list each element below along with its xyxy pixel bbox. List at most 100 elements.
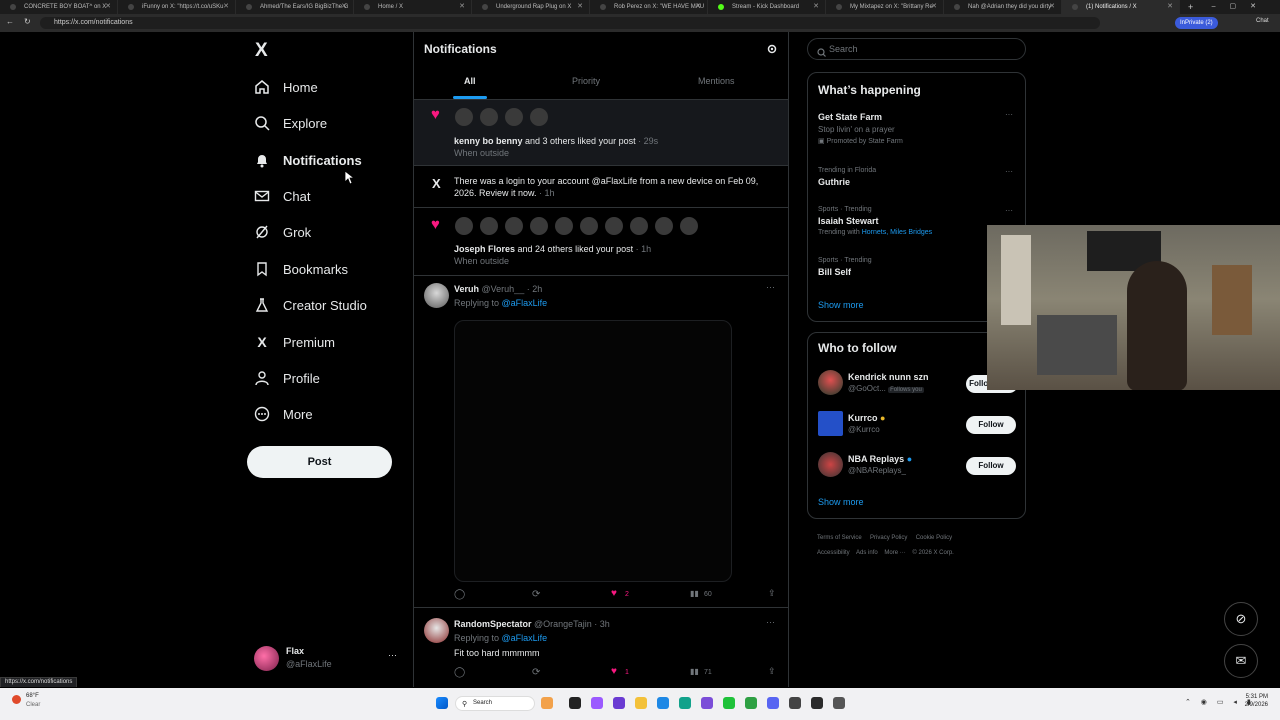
close-icon[interactable]: ✕ [1049, 2, 1055, 10]
app-icon[interactable] [811, 697, 823, 709]
nav-profile[interactable]: Profile [254, 365, 320, 391]
follow-suggestion[interactable]: NBA Replays ● @NBAReplays_ Follow [818, 452, 1018, 480]
trend-item[interactable]: Trending in Florida Guthrie ··· [818, 167, 1018, 197]
author-name[interactable]: Veruh [454, 284, 479, 294]
close-icon[interactable]: ✕ [577, 2, 583, 10]
start-icon[interactable] [436, 697, 448, 709]
browser-tab[interactable]: My Mixtapez on X: "Brittany Re ✕ [826, 0, 944, 14]
app-icon[interactable] [789, 697, 801, 709]
tab-mentions[interactable]: Mentions [698, 76, 735, 86]
nav-notifications[interactable]: Notifications [254, 147, 362, 173]
media-video[interactable] [454, 320, 732, 582]
close-icon[interactable]: ✕ [1167, 2, 1173, 10]
notification-like[interactable]: ♥ Joseph Flores and 24 others liked your… [414, 208, 788, 274]
close-icon[interactable]: ✕ [105, 2, 111, 10]
new-tab-icon[interactable]: + [1188, 2, 1193, 12]
settings-gear-icon[interactable] [766, 42, 778, 60]
share-icon[interactable]: ⇪ [768, 588, 776, 599]
app-icon[interactable] [723, 697, 735, 709]
file-explorer-icon[interactable] [635, 697, 647, 709]
messages-fab[interactable]: ✉ [1224, 644, 1258, 678]
more-icon[interactable]: ··· [1005, 167, 1013, 176]
app-icon[interactable] [833, 697, 845, 709]
app-icon[interactable] [613, 697, 625, 709]
nav-home[interactable]: Home [254, 74, 318, 100]
follow-suggestion[interactable]: Kurrco ● @Kurrco Follow [818, 411, 1018, 439]
app-icon[interactable] [767, 697, 779, 709]
inprivate-badge[interactable]: InPrivate (2) [1175, 17, 1218, 29]
taskbar-search[interactable]: ⚲ Search [455, 696, 535, 711]
more-icon[interactable]: ··· [766, 617, 775, 627]
app-icon[interactable] [569, 697, 581, 709]
app-icon[interactable] [745, 697, 757, 709]
browser-tab[interactable]: Underground Rap Plug on X ✕ [472, 0, 590, 14]
browser-tab-active[interactable]: (1) Notifications / X ✕ [1062, 0, 1180, 14]
footer-link[interactable]: Terms of Service [817, 535, 862, 541]
x-logo-icon[interactable]: X [255, 40, 268, 62]
like-icon[interactable]: ♥ [611, 588, 617, 599]
nav-creator-studio[interactable]: Creator Studio [254, 292, 367, 318]
reply-post[interactable]: RandomSpectator @OrangeTajin · 3h ··· Re… [414, 608, 788, 687]
show-more-link[interactable]: Show more [818, 300, 864, 310]
nav-grok[interactable]: Grok [254, 219, 311, 245]
browser-tab[interactable]: Rob Perez on X: "WE HAVE MAU ✕ [590, 0, 708, 14]
post-button[interactable]: Post [247, 446, 392, 478]
nav-bookmarks[interactable]: Bookmarks [254, 256, 348, 282]
taskview-icon[interactable] [541, 697, 553, 709]
tab-priority[interactable]: Priority [572, 76, 600, 86]
more-icon[interactable]: ··· [766, 282, 775, 292]
browser-tab[interactable]: Stream - Kick Dashboard ✕ [708, 0, 826, 14]
app-icon[interactable] [657, 697, 669, 709]
more-icon[interactable]: ··· [1005, 110, 1013, 119]
author-name[interactable]: RandomSpectator [454, 619, 532, 629]
close-icon[interactable]: ✕ [813, 2, 819, 10]
close-icon[interactable]: ✕ [223, 2, 229, 10]
footer-link[interactable]: More ··· [884, 550, 905, 556]
url-field[interactable]: https://x.com/notifications [40, 17, 1100, 29]
notification-like[interactable]: ♥ kenny bo benny and 3 others liked your… [414, 100, 788, 165]
nav-chat[interactable]: Chat [254, 183, 310, 209]
app-icon[interactable] [701, 697, 713, 709]
nav-premium[interactable]: X Premium [254, 329, 335, 355]
more-icon[interactable]: ··· [1005, 206, 1013, 215]
footer-link[interactable]: Accessibility [817, 550, 850, 556]
clock[interactable]: 5:31 PM 2/9/2026 [1236, 694, 1268, 708]
footer-link[interactable]: Cookie Policy [916, 535, 952, 541]
back-icon[interactable]: ← [6, 17, 14, 26]
window-controls[interactable]: –▢✕ [1212, 2, 1270, 10]
views-icon[interactable]: ▮▮ [690, 667, 699, 676]
tab-all[interactable]: All [464, 76, 476, 86]
edge-icon[interactable] [679, 697, 691, 709]
retweet-icon[interactable]: ⟳ [532, 589, 540, 600]
search-input[interactable]: Search [807, 38, 1026, 60]
reply-icon[interactable]: ◯ [454, 589, 465, 600]
views-icon[interactable]: ▮▮ [690, 589, 699, 598]
browser-tab[interactable]: Ahmed/The Ears/IG BigBizThe G ✕ [236, 0, 354, 14]
nav-more[interactable]: More [254, 401, 313, 427]
close-icon[interactable]: ✕ [459, 2, 465, 10]
like-icon[interactable]: ♥ [611, 666, 617, 677]
trend-item[interactable]: Get State Farm Stop livin' on a prayer ▣… [818, 110, 1018, 152]
browser-tab[interactable]: iFunny on X: "https://t.co/uSKu ✕ [118, 0, 236, 14]
more-icon[interactable]: ··· [388, 650, 397, 660]
follow-button[interactable]: Follow [966, 416, 1016, 434]
close-icon[interactable]: ✕ [931, 2, 937, 10]
reply-post[interactable]: Veruh @Veruh__ · 2h ··· Replying to @aFl… [414, 276, 788, 606]
close-icon[interactable]: ✕ [695, 2, 701, 10]
browser-tab[interactable]: Home / X ✕ [354, 0, 472, 14]
account-switcher[interactable]: Flax @aFlaxLife ··· [254, 644, 402, 672]
share-icon[interactable]: ⇪ [768, 666, 776, 677]
grok-fab[interactable]: ⊘ [1224, 602, 1258, 636]
browser-tab[interactable]: Nah @Adrian they did you dirty ✕ [944, 0, 1062, 14]
retweet-icon[interactable]: ⟳ [532, 667, 540, 678]
nav-explore[interactable]: Explore [254, 110, 327, 136]
footer-link[interactable]: Ads info [856, 550, 878, 556]
app-icon[interactable] [591, 697, 603, 709]
follow-button[interactable]: Follow [966, 457, 1016, 475]
reply-icon[interactable]: ◯ [454, 667, 465, 678]
refresh-icon[interactable]: ↻ [24, 17, 31, 26]
copilot-chat-button[interactable]: Chat [1256, 18, 1269, 24]
browser-tab[interactable]: CONCRETE BOY BOAT^ on X ✕ [0, 0, 118, 14]
footer-link[interactable]: Privacy Policy [870, 535, 907, 541]
close-icon[interactable]: ✕ [341, 2, 347, 10]
